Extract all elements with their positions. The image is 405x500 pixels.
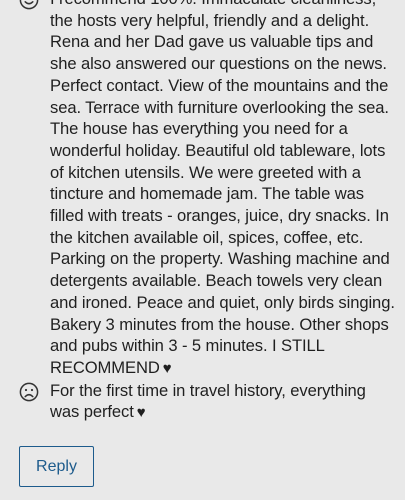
reply-button[interactable]: Reply <box>19 446 94 487</box>
review-body: I recommend 100%. Immaculate cleanliness… <box>0 0 405 424</box>
heart-icon: ♥ <box>162 359 172 377</box>
frowning-face-icon <box>19 382 39 402</box>
negative-section: For the first time in travel history, ev… <box>0 380 405 424</box>
heart-icon: ♥ <box>136 404 146 422</box>
smiling-face-icon <box>19 0 39 10</box>
positive-section: I recommend 100%. Immaculate cleanliness… <box>0 0 405 380</box>
negative-review-text: For the first time in travel history, ev… <box>50 380 405 424</box>
positive-review-text: I recommend 100%. Immaculate cleanliness… <box>50 0 405 380</box>
